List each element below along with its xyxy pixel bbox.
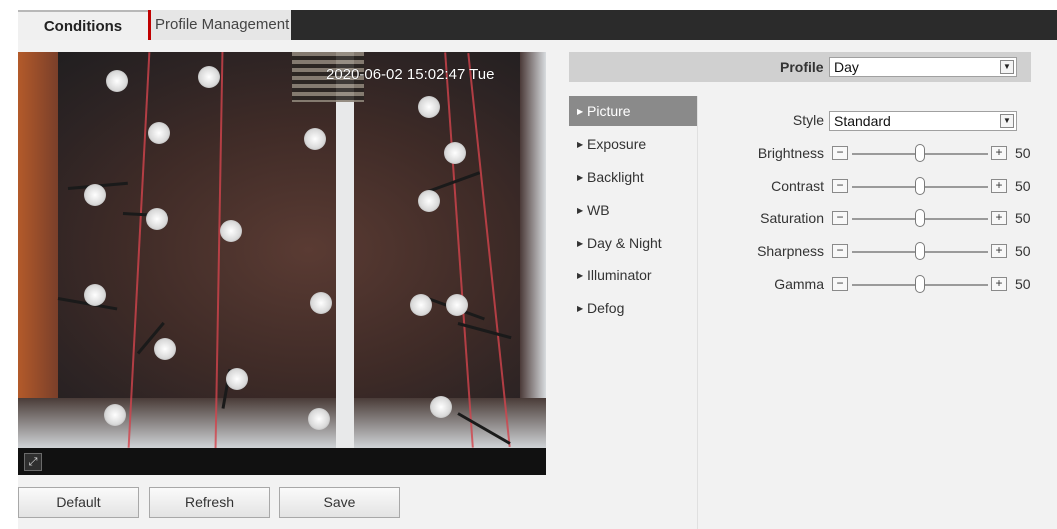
default-button[interactable]: Default xyxy=(18,487,139,518)
video-post xyxy=(104,404,126,426)
video-red-line xyxy=(444,52,474,448)
menu-item-wb[interactable]: ▶ WB xyxy=(569,195,697,225)
video-post xyxy=(226,368,248,390)
video-post xyxy=(84,284,106,306)
fullscreen-icon[interactable]: ⤢ xyxy=(24,453,42,471)
menu-item-label: WB xyxy=(587,202,610,218)
menu-item-label: Backlight xyxy=(587,169,644,185)
sharpness-slider-thumb[interactable] xyxy=(915,242,925,260)
video-red-line xyxy=(214,52,224,448)
contrast-label: Contrast xyxy=(771,178,824,194)
menu-item-illuminator[interactable]: ▶ Illuminator xyxy=(569,260,697,290)
video-post xyxy=(446,294,468,316)
video-post xyxy=(410,294,432,316)
video-post xyxy=(146,208,168,230)
gamma-value: 50 xyxy=(1015,276,1031,292)
gamma-label: Gamma xyxy=(774,276,824,292)
style-select[interactable]: Standard ▼ xyxy=(829,111,1017,131)
sharpness-value: 50 xyxy=(1015,243,1031,259)
menu-item-picture[interactable]: ▶ Picture xyxy=(569,96,697,126)
tab-profile-management[interactable]: Profile Management xyxy=(148,10,292,40)
video-floor-edge xyxy=(18,398,546,448)
video-post xyxy=(310,292,332,314)
menu-item-label: Exposure xyxy=(587,136,647,152)
video-post xyxy=(198,66,220,88)
saturation-value: 50 xyxy=(1015,210,1031,226)
contrast-value: 50 xyxy=(1015,178,1031,194)
chevron-down-icon[interactable]: ▼ xyxy=(1000,60,1014,74)
video-red-line xyxy=(467,52,511,448)
menu-item-defog[interactable]: ▶ Defog xyxy=(569,293,697,323)
triangle-right-icon: ▶ xyxy=(577,173,584,183)
menu-item-label: Illuminator xyxy=(587,267,652,283)
sharpness-decrease-button[interactable]: − xyxy=(832,244,848,258)
video-post xyxy=(148,122,170,144)
triangle-right-icon: ▶ xyxy=(577,239,584,249)
contrast-increase-button[interactable]: + xyxy=(991,179,1007,193)
brightness-decrease-button[interactable]: − xyxy=(832,146,848,160)
saturation-slider-thumb[interactable] xyxy=(915,209,925,227)
sharpness-label: Sharpness xyxy=(757,243,824,259)
brightness-value: 50 xyxy=(1015,145,1031,161)
gamma-slider-thumb[interactable] xyxy=(915,275,925,293)
video-post xyxy=(418,190,440,212)
gamma-increase-button[interactable]: + xyxy=(991,277,1007,291)
video-post xyxy=(308,408,330,430)
tab-bar: Conditions Profile Management xyxy=(18,10,1057,40)
profile-select[interactable]: Day ▼ xyxy=(829,57,1017,77)
menu-item-backlight[interactable]: ▶ Backlight xyxy=(569,162,697,192)
sharpness-increase-button[interactable]: + xyxy=(991,244,1007,258)
video-post xyxy=(418,96,440,118)
contrast-decrease-button[interactable]: − xyxy=(832,179,848,193)
menu-item-exposure[interactable]: ▶ Exposure xyxy=(569,129,697,159)
profile-select-value: Day xyxy=(834,59,859,75)
save-button[interactable]: Save xyxy=(279,487,400,518)
saturation-label: Saturation xyxy=(760,210,824,226)
triangle-right-icon: ▶ xyxy=(577,304,584,314)
triangle-right-icon: ▶ xyxy=(577,271,584,281)
video-post xyxy=(430,396,452,418)
refresh-button[interactable]: Refresh xyxy=(149,487,270,518)
menu-item-label: Defog xyxy=(587,300,625,316)
video-toolbar: ⤢ xyxy=(18,448,546,475)
triangle-right-icon: ▶ xyxy=(577,107,584,117)
video-post xyxy=(220,220,242,242)
chevron-down-icon[interactable]: ▼ xyxy=(1000,114,1014,128)
video-red-line xyxy=(127,52,151,448)
video-post xyxy=(84,184,106,206)
saturation-increase-button[interactable]: + xyxy=(991,211,1007,225)
contrast-slider-thumb[interactable] xyxy=(915,177,925,195)
style-select-value: Standard xyxy=(834,113,891,129)
brightness-slider-thumb[interactable] xyxy=(915,144,925,162)
video-white-stripe xyxy=(336,52,354,448)
video-timestamp: 2020-06-02 15:02:47 Tue xyxy=(326,66,495,83)
video-post xyxy=(444,142,466,164)
menu-item-label: Day & Night xyxy=(587,235,662,251)
video-right-wall xyxy=(520,52,546,448)
triangle-right-icon: ▶ xyxy=(577,206,584,216)
menu-item-label: Picture xyxy=(587,103,631,119)
video-left-wall xyxy=(18,52,58,448)
video-post xyxy=(304,128,326,150)
saturation-decrease-button[interactable]: − xyxy=(832,211,848,225)
brightness-label: Brightness xyxy=(757,145,824,161)
video-post xyxy=(154,338,176,360)
video-post xyxy=(106,70,128,92)
profile-label: Profile xyxy=(780,59,824,75)
triangle-right-icon: ▶ xyxy=(577,140,584,150)
brightness-increase-button[interactable]: + xyxy=(991,146,1007,160)
gamma-decrease-button[interactable]: − xyxy=(832,277,848,291)
menu-item-day-night[interactable]: ▶ Day & Night xyxy=(569,228,697,258)
video-preview xyxy=(18,52,546,448)
style-label: Style xyxy=(792,112,824,128)
tab-conditions[interactable]: Conditions xyxy=(18,10,148,40)
